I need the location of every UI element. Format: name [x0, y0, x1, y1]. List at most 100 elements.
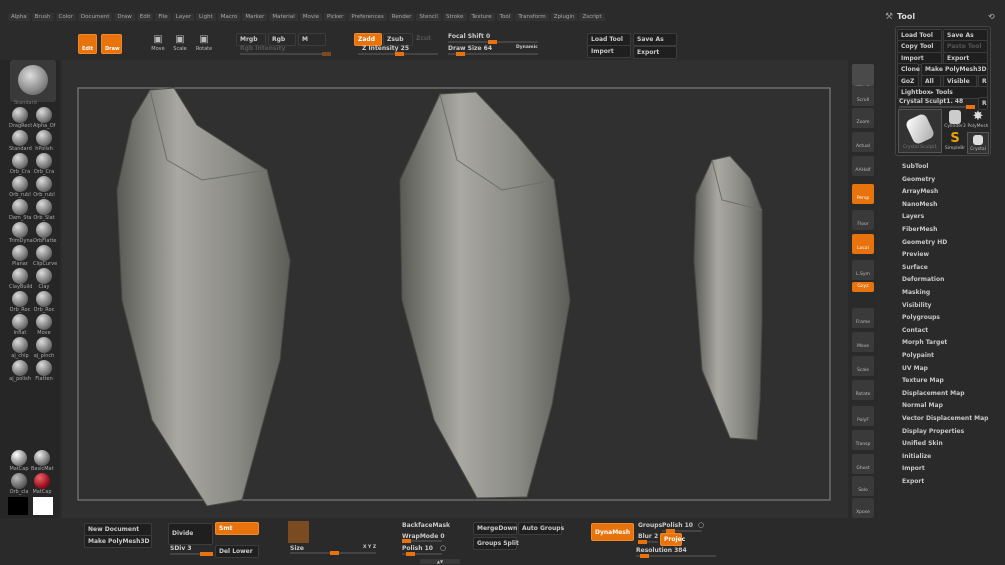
shelf-floor-button[interactable]: Floor [852, 210, 874, 230]
shelf-l-sym-button[interactable]: L.Sym [852, 260, 874, 280]
shelf-solo-button[interactable]: Solo [852, 476, 874, 496]
shelf-scale-button[interactable]: Scale [852, 356, 874, 376]
m-button[interactable]: M [298, 33, 326, 46]
tool-section-unified-skin[interactable]: Unified Skin [902, 440, 943, 447]
draw-size-slider[interactable] [448, 52, 538, 56]
material-item[interactable]: MatCap [31, 473, 53, 495]
tool-section-preview[interactable]: Preview [902, 251, 929, 258]
brush-item[interactable]: Orb_Cra [33, 153, 55, 175]
primary-color-swatch[interactable] [8, 497, 28, 515]
tool-section-morph-target[interactable]: Morph Target [902, 339, 947, 346]
tool-section-surface[interactable]: Surface [902, 264, 928, 271]
shelf-spix-3-button[interactable]: SPix 3 [852, 64, 874, 91]
export-button[interactable]: Export [633, 46, 677, 59]
groups-split-button[interactable]: Groups Split [473, 537, 519, 550]
menu-stroke[interactable]: Stroke [442, 13, 467, 21]
brush-item[interactable]: Inflat [9, 314, 31, 336]
blur-slider[interactable] [638, 540, 658, 544]
brush-item[interactable]: DragRect [9, 107, 32, 129]
brush-item[interactable]: TrimDyna [9, 222, 33, 244]
move-button[interactable]: ▣ Move [148, 34, 168, 56]
bottom-collapse-arrows-icon[interactable]: ▲▼ [420, 559, 460, 564]
tool-section-polygroups[interactable]: Polygroups [902, 314, 940, 321]
tool-section-subtool[interactable]: SubTool [902, 163, 928, 170]
tool-slider[interactable] [899, 105, 975, 109]
viewport-canvas[interactable] [62, 60, 848, 518]
secondary-color-swatch[interactable] [33, 497, 53, 515]
shelf-ghost-button[interactable]: Ghost [852, 454, 874, 474]
tool-section-texture-map[interactable]: Texture Map [902, 377, 944, 384]
brush-item[interactable]: aj_polish [9, 360, 31, 382]
menu-transform[interactable]: Transform [515, 13, 549, 21]
menu-zplugin[interactable]: Zplugin [550, 13, 578, 21]
tool-section-polypaint[interactable]: Polypaint [902, 352, 934, 359]
brush-item[interactable]: Orb_Roc [9, 291, 31, 313]
tool-section-export[interactable]: Export [902, 478, 924, 485]
shelf-aahalf-button[interactable]: AAHalf [852, 156, 874, 176]
shelf-polyf-button[interactable]: PolyF [852, 406, 874, 426]
rgb-intensity-slider[interactable] [240, 52, 331, 56]
menu-stencil[interactable]: Stencil [416, 13, 441, 21]
menu-marker[interactable]: Marker [242, 13, 268, 21]
shelf-gxyz-button[interactable]: Gxyz [852, 282, 874, 292]
del-lower-button[interactable]: Del Lower [215, 545, 259, 558]
tool-section-vector-displacement-map[interactable]: Vector Displacement Map [902, 415, 988, 422]
dynamesh-polish-circle-icon[interactable]: ○ [698, 521, 704, 529]
menu-draw[interactable]: Draw [114, 13, 135, 21]
size-slider[interactable] [290, 551, 376, 555]
tool-thumb-simplebrush[interactable]: S SimpleBr [944, 132, 966, 152]
tool-section-uv-map[interactable]: UV Map [902, 365, 928, 372]
brush-item[interactable]: Planar [9, 245, 31, 267]
menu-movie[interactable]: Movie [299, 13, 323, 21]
menu-picker[interactable]: Picker [324, 13, 347, 21]
shelf-xpose-button[interactable]: Xpose [852, 498, 874, 518]
brush-item[interactable]: OrbFlatte [33, 222, 57, 244]
menu-zscript[interactable]: Zscript [579, 13, 605, 21]
wrapmode-slider[interactable] [402, 539, 442, 543]
tool-thumb-crystal[interactable]: Crystal Sculpt1 [898, 109, 942, 153]
shelf-frame-button[interactable]: Frame [852, 308, 874, 328]
brush-item[interactable]: Move [33, 314, 55, 336]
tool-thumb-polymesh[interactable]: ✸ PolyMesh [967, 110, 989, 130]
focal-shift-slider[interactable] [448, 40, 538, 44]
dynamic-toggle[interactable]: Dynamic [516, 45, 538, 50]
brush-item[interactable]: hPolish [33, 130, 55, 152]
brush-item[interactable]: Orb_rubl [33, 176, 55, 198]
material-item[interactable]: Orb_cla [8, 473, 30, 495]
backfacemask-button[interactable]: BackfaceMask [402, 522, 450, 529]
tool-section-import[interactable]: Import [902, 465, 925, 472]
menu-render[interactable]: Render [388, 13, 415, 21]
draw-button[interactable]: Draw [101, 34, 122, 54]
menu-light[interactable]: Light [195, 13, 216, 21]
save-as-button[interactable]: Save As [633, 33, 677, 46]
menu-texture[interactable]: Texture [468, 13, 495, 21]
rotate-button[interactable]: ▣ Rotate [194, 34, 214, 56]
shelf-scroll-button[interactable]: Scroll [852, 86, 874, 106]
auto-groups-button[interactable]: Auto Groups [518, 522, 564, 535]
material-item[interactable]: MatCap [8, 450, 30, 472]
shelf-rotate-button[interactable]: Rotate [852, 380, 874, 400]
brush-item[interactable]: ClipCurve [33, 245, 57, 267]
menu-alpha[interactable]: Alpha [8, 13, 30, 21]
menu-brush[interactable]: Brush [31, 13, 54, 21]
shelf-local-button[interactable]: Local [852, 234, 874, 254]
menu-macro[interactable]: Macro [217, 13, 241, 21]
edit-button[interactable]: Edit [78, 34, 97, 54]
tool-section-fibermesh[interactable]: FiberMesh [902, 226, 937, 233]
tool-section-displacement-map[interactable]: Displacement Map [902, 390, 965, 397]
brush-item[interactable]: Orb_rubl [9, 176, 31, 198]
brush-item[interactable]: Dam_Sta [9, 199, 31, 221]
texture-thumbnail[interactable] [288, 521, 309, 543]
brush-item[interactable]: Clay [33, 268, 55, 290]
shelf-transp-button[interactable]: Transp [852, 430, 874, 450]
tool-section-masking[interactable]: Masking [902, 289, 930, 296]
current-brush-thumbnail[interactable] [10, 60, 56, 102]
brush-item[interactable]: Orb_Slat [33, 199, 55, 221]
tool-section-geometry[interactable]: Geometry [902, 176, 935, 183]
smt-toggle[interactable]: Smt [215, 522, 259, 535]
brush-item[interactable]: Flatten [33, 360, 55, 382]
tool-section-deformation[interactable]: Deformation [902, 276, 944, 283]
shelf-actual-button[interactable]: Actual [852, 132, 874, 152]
brush-item[interactable]: Orb_Cra [9, 153, 31, 175]
tool-thumb-crystal-small[interactable]: Crystal [967, 132, 989, 154]
